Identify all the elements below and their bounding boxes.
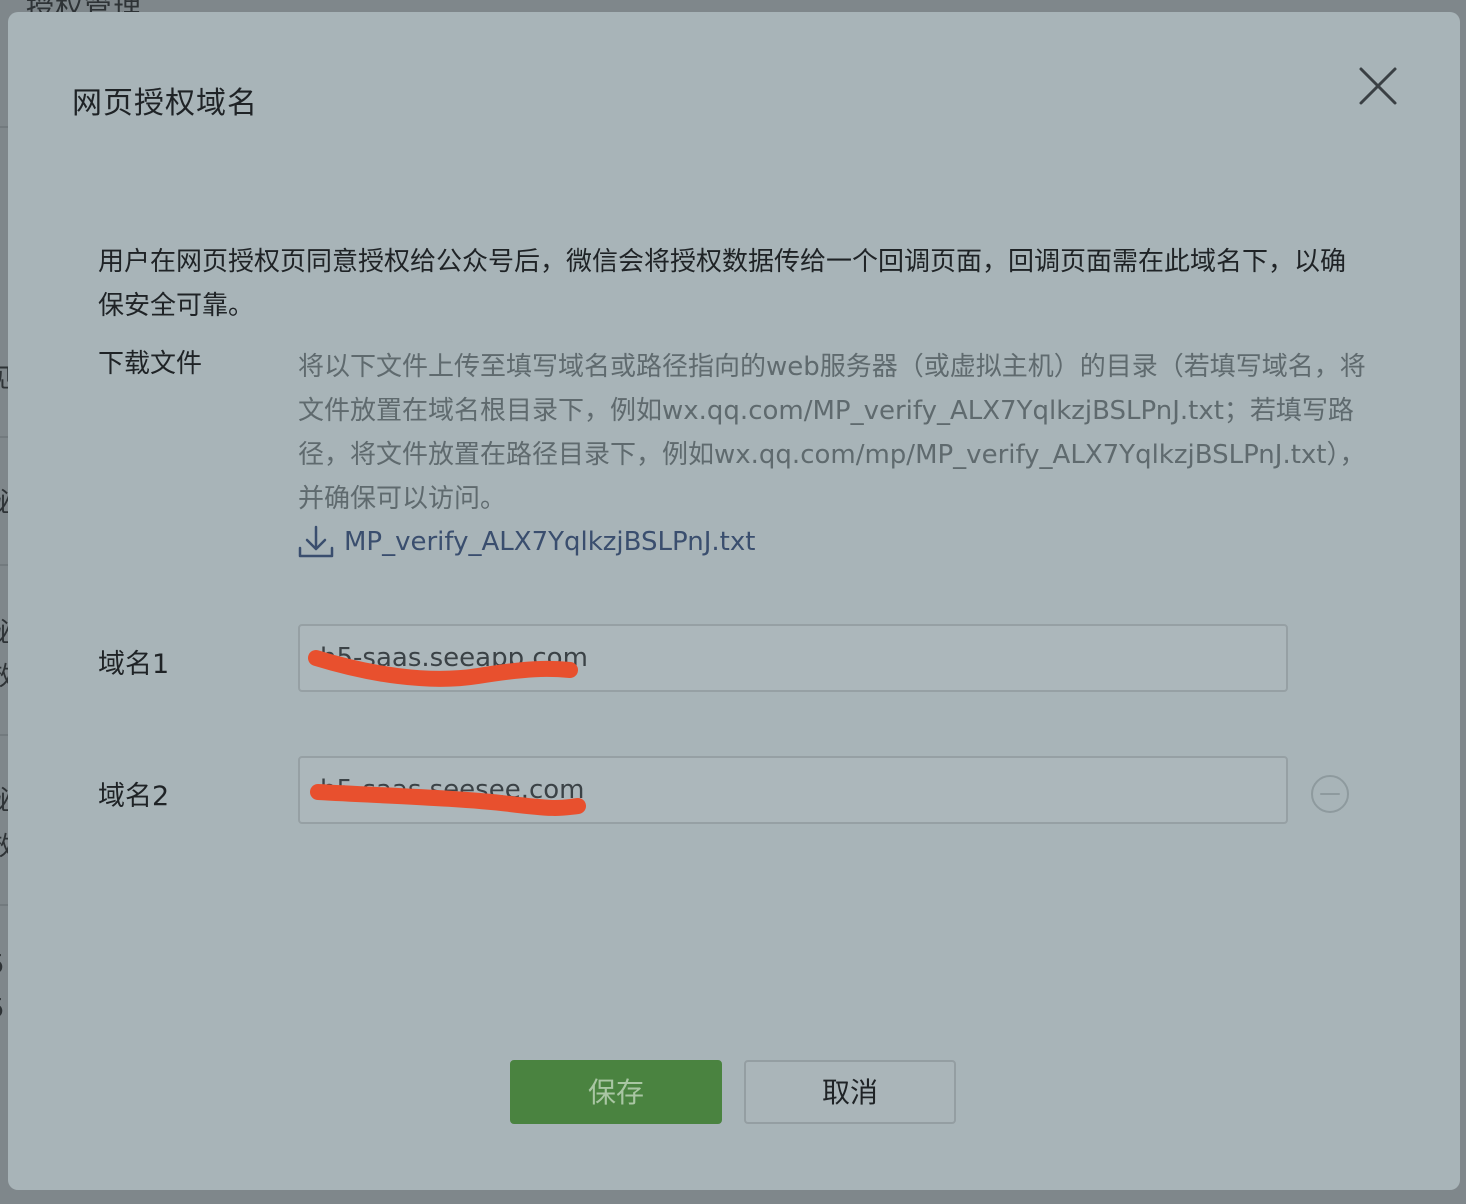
domain-1-label: 域名1 [98, 649, 170, 680]
domain-1-input[interactable] [298, 624, 1288, 692]
download-file-label: 下载文件 [98, 349, 203, 379]
remove-domain-2-button[interactable] [1310, 774, 1350, 814]
download-file-description: 将以下文件上传至填写域名或路径指向的web服务器（或虚拟主机）的目录（若填写域名… [298, 352, 1366, 514]
background-side-text: 5 [0, 950, 5, 980]
minus-circle-icon [1311, 775, 1349, 813]
cancel-button[interactable]: 取消 [744, 1060, 956, 1124]
save-button[interactable]: 保存 [510, 1060, 722, 1124]
background-side-text: 5 [0, 994, 5, 1024]
download-filename: MP_verify_ALX7YqlkzjBSLPnJ.txt [344, 527, 756, 557]
domain-2-input[interactable] [298, 756, 1288, 824]
download-icon [298, 525, 334, 558]
close-icon [1359, 67, 1397, 105]
domain-2-label: 域名2 [98, 781, 170, 812]
auth-domain-dialog: 网页授权域名 用户在网页授权页同意授权给公众号后，微信会将授权数据传给一个回调页… [8, 12, 1460, 1190]
dialog-intro-text: 用户在网页授权页同意授权给公众号后，微信会将授权数据传给一个回调页面，回调页面需… [98, 247, 1347, 321]
dialog-title: 网页授权域名 [72, 86, 258, 121]
download-file-link[interactable]: MP_verify_ALX7YqlkzjBSLPnJ.txt [298, 524, 755, 560]
close-button[interactable] [1358, 66, 1398, 106]
